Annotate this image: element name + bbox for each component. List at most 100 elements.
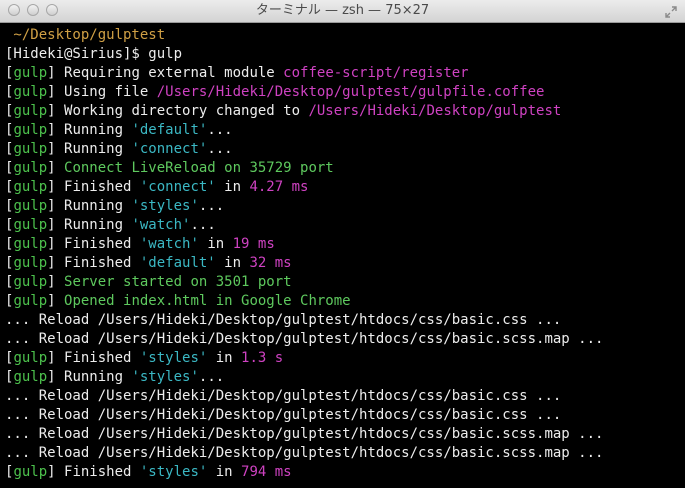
terminal-line: ... Reload /Users/Hideki/Desktop/gulptes…: [5, 406, 685, 425]
terminal-text-segment: Server started on 3501 port: [64, 274, 292, 290]
terminal-text-segment: ] Requiring external module: [47, 65, 284, 81]
terminal-text-segment: in: [215, 255, 250, 271]
window-title: ターミナル — zsh — 75×27: [255, 3, 430, 18]
terminal-text-segment: 'watch': [139, 236, 199, 252]
terminal-line: ~/Desktop/gulptest: [5, 26, 685, 45]
terminal-text-segment: gulp: [13, 236, 48, 252]
terminal-text-segment: ...: [207, 141, 233, 157]
terminal-line: [gulp] Connect LiveReload on 35729 port: [5, 159, 685, 178]
terminal-text-segment: in: [207, 464, 242, 480]
terminal-text-segment: ] Finished: [47, 464, 140, 480]
terminal-text-segment: ] Finished: [47, 255, 140, 271]
terminal-text-segment: ]: [47, 160, 65, 176]
terminal-text-segment: /Users/Hideki/Desktop/gulptest: [308, 103, 562, 119]
terminal-line: ... Reload /Users/Hideki/Desktop/gulptes…: [5, 444, 685, 463]
terminal-line: [gulp] Finished 'styles' in 794 ms: [5, 463, 685, 482]
terminal-text-segment: Opened index.html in Google Chrome: [64, 293, 351, 309]
terminal-text-segment: ...: [207, 122, 233, 138]
terminal-text-segment: in: [207, 350, 242, 366]
terminal-text-segment: ] Using file: [47, 84, 157, 100]
terminal-line: ... Reload /Users/Hideki/Desktop/gulptes…: [5, 330, 685, 349]
terminal-text-segment: ... Reload /Users/Hideki/Desktop/gulptes…: [5, 388, 562, 404]
terminal-text-segment: Connect LiveReload on 35729 port: [64, 160, 334, 176]
terminal-line: [gulp] Server started on 3501 port: [5, 273, 685, 292]
terminal-line: [gulp] Finished 'connect' in 4.27 ms: [5, 178, 685, 197]
terminal-text-segment: 'connect': [131, 141, 208, 157]
terminal-text-segment: 'styles': [139, 350, 208, 366]
terminal-text-segment: in: [198, 236, 233, 252]
terminal-line: [gulp] Running 'styles'...: [5, 368, 685, 387]
terminal-text-segment: 'default': [131, 122, 208, 138]
terminal-line: [gulp] Opened index.html in Google Chrom…: [5, 292, 685, 311]
terminal-text-segment: /Users/Hideki/Desktop/gulptest/gulpfile.…: [156, 84, 545, 100]
terminal-line: [gulp] Finished 'watch' in 19 ms: [5, 235, 685, 254]
terminal-text-segment: ] Running: [47, 369, 132, 385]
terminal-text-segment: ] Running: [47, 198, 132, 214]
terminal-text-segment: ...: [198, 369, 225, 385]
terminal-text-segment: coffee-script/register: [283, 65, 469, 81]
terminal-line: ... Reload /Users/Hideki/Desktop/gulptes…: [5, 387, 685, 406]
terminal-text-segment: ] Finished: [47, 350, 140, 366]
terminal-text-segment: 19 ms: [232, 236, 275, 252]
terminal-line: ... Reload /Users/Hideki/Desktop/gulptes…: [5, 311, 685, 330]
terminal-text-segment: 'watch': [131, 217, 191, 233]
terminal-text-segment: ] Working directory changed to: [47, 103, 309, 119]
terminal-text-segment: gulp: [13, 369, 48, 385]
terminal-line: [gulp] Working directory changed to /Use…: [5, 102, 685, 121]
terminal-text-segment: gulp: [13, 103, 48, 119]
terminal-text-segment: 'styles': [139, 464, 208, 480]
terminal-text-segment: ] Running: [47, 141, 132, 157]
terminal-text-segment: gulp: [13, 350, 48, 366]
terminal-text-segment: gulp: [13, 122, 48, 138]
terminal-text-segment: 32 ms: [249, 255, 292, 271]
terminal-text-segment: ...: [190, 217, 216, 233]
terminal-text-segment: gulp: [13, 217, 48, 233]
terminal-text-segment: in: [215, 179, 250, 195]
terminal-text-segment: ] Running: [47, 217, 132, 233]
terminal-line: ... Reload /Users/Hideki/Desktop/gulptes…: [5, 425, 685, 444]
terminal-text-segment: ] Running: [47, 122, 132, 138]
terminal-text-segment: ... Reload /Users/Hideki/Desktop/gulptes…: [5, 312, 562, 328]
terminal-text-segment: gulp: [13, 141, 48, 157]
terminal-text-segment: 'styles': [131, 369, 199, 385]
terminal-line: [Hideki@Sirius]$ gulp: [5, 45, 685, 64]
terminal-text-segment: 794 ms: [241, 464, 292, 480]
terminal-text-segment: gulp: [13, 293, 48, 309]
terminal-line: [gulp] Running 'connect'...: [5, 140, 685, 159]
terminal-text-segment: [Hideki@Sirius]$ gulp: [5, 46, 183, 62]
terminal-text-segment: gulp: [13, 160, 48, 176]
fullscreen-icon[interactable]: [664, 4, 678, 18]
terminal-text-segment: ] Finished: [47, 236, 140, 252]
terminal-line: [gulp] Running 'styles'...: [5, 197, 685, 216]
terminal-text-segment: gulp: [13, 84, 48, 100]
terminal-line: [gulp] Running 'watch'...: [5, 216, 685, 235]
terminal-text-segment: ]: [47, 293, 65, 309]
terminal-line: [gulp] Finished 'default' in 32 ms: [5, 254, 685, 273]
terminal-text-segment: ... Reload /Users/Hideki/Desktop/gulptes…: [5, 426, 604, 442]
terminal-text-segment: 4.27 ms: [249, 179, 309, 195]
terminal-text-segment: gulp: [13, 464, 48, 480]
terminal-output[interactable]: ~/Desktop/gulptest [Hideki@Sirius]$ gulp […: [0, 23, 685, 488]
terminal-text-segment: ... Reload /Users/Hideki/Desktop/gulptes…: [5, 445, 604, 461]
terminal-line: [gulp] Requiring external module coffee-…: [5, 64, 685, 83]
terminal-text-segment: 'connect': [139, 179, 216, 195]
terminal-line: [gulp] Running 'default'...: [5, 121, 685, 140]
terminal-text-segment: ... Reload /Users/Hideki/Desktop/gulptes…: [5, 331, 604, 347]
terminal-text-segment: 'styles': [131, 198, 199, 214]
terminal-text-segment: 1.3 s: [241, 350, 284, 366]
terminal-text-segment: ] Finished: [47, 179, 140, 195]
title-bar[interactable]: ターミナル — zsh — 75×27: [0, 0, 685, 23]
terminal-text-segment: ...: [198, 198, 225, 214]
terminal-window: ターミナル — zsh — 75×27 ~/Desktop/gulptest [H…: [0, 0, 685, 488]
terminal-line: [gulp] Finished 'styles' in 1.3 s: [5, 349, 685, 368]
terminal-text-segment: ... Reload /Users/Hideki/Desktop/gulptes…: [5, 407, 562, 423]
terminal-text-segment: gulp: [13, 65, 48, 81]
terminal-text-segment: ]: [47, 274, 65, 290]
terminal-text-segment: 'default': [139, 255, 216, 271]
terminal-text-segment: gulp: [13, 198, 48, 214]
terminal-text-segment: gulp: [13, 255, 48, 271]
terminal-text-segment: gulp: [13, 179, 48, 195]
terminal-text-segment: ~/Desktop/gulptest: [5, 27, 166, 43]
terminal-text-segment: gulp: [13, 274, 48, 290]
terminal-line: [gulp] Using file /Users/Hideki/Desktop/…: [5, 83, 685, 102]
